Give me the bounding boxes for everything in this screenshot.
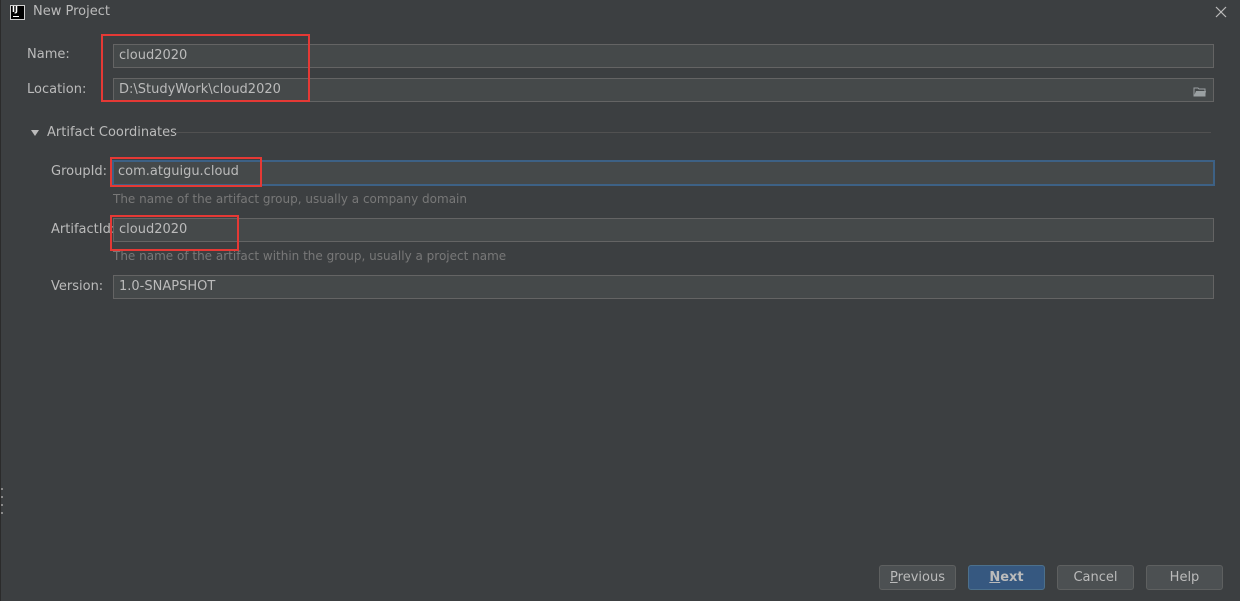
next-label: ext [1000,570,1024,585]
next-mnemonic: N [989,570,1001,585]
groupid-input-value: com.atguigu.cloud [118,164,239,179]
artifactid-input-value: cloud2020 [119,222,188,237]
artifactid-input[interactable]: cloud2020 [113,218,1214,242]
name-label: Name: [27,47,70,62]
previous-mnemonic: P [890,570,898,585]
new-project-dialog: IJ New Project Name: cloud2020 Location:… [0,0,1240,601]
close-icon[interactable] [1213,4,1229,20]
location-input[interactable]: D:\StudyWork\cloud2020 [113,78,1214,102]
groupid-hint: The name of the artifact group, usually … [113,192,467,206]
next-button[interactable]: Next [968,565,1045,590]
artifactid-hint: The name of the artifact within the grou… [113,249,507,263]
resize-grip [1,488,4,528]
version-label: Version: [51,279,104,294]
section-divider [175,132,1211,133]
version-input-value: 1.0-SNAPSHOT [119,279,216,294]
expand-triangle-icon [31,130,39,136]
window-title: New Project [33,4,110,19]
location-label: Location: [27,82,87,97]
intellij-logo-icon: IJ [10,5,25,20]
name-input[interactable]: cloud2020 [113,44,1214,68]
location-input-value: D:\StudyWork\cloud2020 [119,82,281,97]
groupid-input[interactable]: com.atguigu.cloud [112,160,1215,186]
version-input[interactable]: 1.0-SNAPSHOT [113,275,1214,299]
help-button[interactable]: Help [1146,565,1223,590]
name-input-value: cloud2020 [119,48,188,63]
artifactid-label: ArtifactId: [51,222,116,237]
groupid-label: GroupId: [51,164,108,179]
app-icon-text: IJ [12,5,18,14]
artifact-coordinates-label: Artifact Coordinates [47,125,177,140]
previous-label: revious [897,570,945,585]
folder-browse-icon[interactable] [1193,84,1207,97]
title-bar: IJ New Project [1,0,1240,26]
previous-button[interactable]: Previous [879,565,956,590]
cancel-button[interactable]: Cancel [1057,565,1134,590]
